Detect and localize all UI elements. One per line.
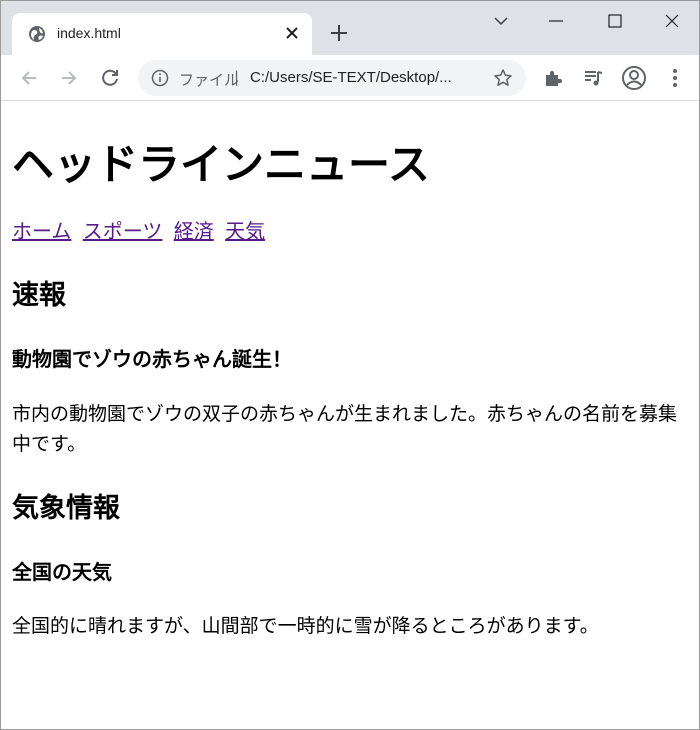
article-body-weather: 全国的に晴れますが、山間部で一時的に雪が降るところがあります。 — [12, 615, 599, 637]
page-content: ヘッドラインニュース ホーム スポーツ 経済 天気 速報 動物園でゾウの赤ちゃん… — [2, 101, 699, 729]
page-headline: ヘッドラインニュース — [12, 140, 430, 189]
section-heading-breaking: 速報 — [12, 280, 66, 311]
kebab-menu-icon[interactable] — [664, 67, 686, 89]
nav-menu: ホーム スポーツ 経済 天気 — [12, 215, 270, 244]
toolbar: ファイル | C:/Users/SE-TEXT/Desktop/... — [1, 55, 699, 101]
section-heading-weather: 気象情報 — [12, 493, 120, 524]
minimize-icon[interactable] — [546, 11, 566, 31]
article-body-elephant: 市内の動物園でゾウの双子の赤ちゃんが生まれました。赤ちゃんの名前を募集中です。 — [12, 403, 678, 455]
back-arrow-icon[interactable] — [18, 67, 40, 89]
close-icon[interactable] — [284, 25, 300, 41]
tab-index[interactable]: index.html — [12, 13, 312, 55]
profile-icon[interactable] — [621, 65, 647, 91]
browser-window: index.html ファイル | C:/Users/SE-TEXT/Deskt… — [0, 0, 700, 730]
chevron-down-icon[interactable] — [491, 11, 511, 31]
nav-link-economy[interactable]: 経済 — [174, 219, 214, 243]
puzzle-icon[interactable] — [542, 67, 564, 89]
nav-link-weather[interactable]: 天気 — [225, 219, 265, 243]
star-icon[interactable] — [493, 68, 513, 88]
tab-strip: index.html — [1, 1, 699, 55]
article-title-weather: 全国の天気 — [12, 560, 112, 584]
address-bar[interactable]: ファイル | C:/Users/SE-TEXT/Desktop/... — [138, 60, 526, 96]
info-icon[interactable] — [151, 69, 169, 87]
address-scheme: ファイル — [179, 72, 240, 89]
address-url[interactable]: C:/Users/SE-TEXT/Desktop/... — [250, 69, 452, 86]
globe-icon — [29, 26, 45, 42]
media-icon[interactable] — [582, 67, 604, 89]
window-close-icon[interactable] — [662, 11, 682, 31]
forward-arrow-icon[interactable] — [58, 67, 80, 89]
reload-icon[interactable] — [99, 67, 121, 89]
nav-link-home[interactable]: ホーム — [12, 219, 71, 243]
article-title-elephant: 動物園でゾウの赤ちゃん誕生！ — [12, 347, 292, 371]
address-separator: | — [234, 68, 240, 86]
tab-title: index.html — [57, 25, 121, 41]
nav-link-sports[interactable]: スポーツ — [83, 219, 163, 243]
maximize-icon[interactable] — [605, 11, 625, 31]
plus-icon[interactable] — [329, 23, 349, 43]
